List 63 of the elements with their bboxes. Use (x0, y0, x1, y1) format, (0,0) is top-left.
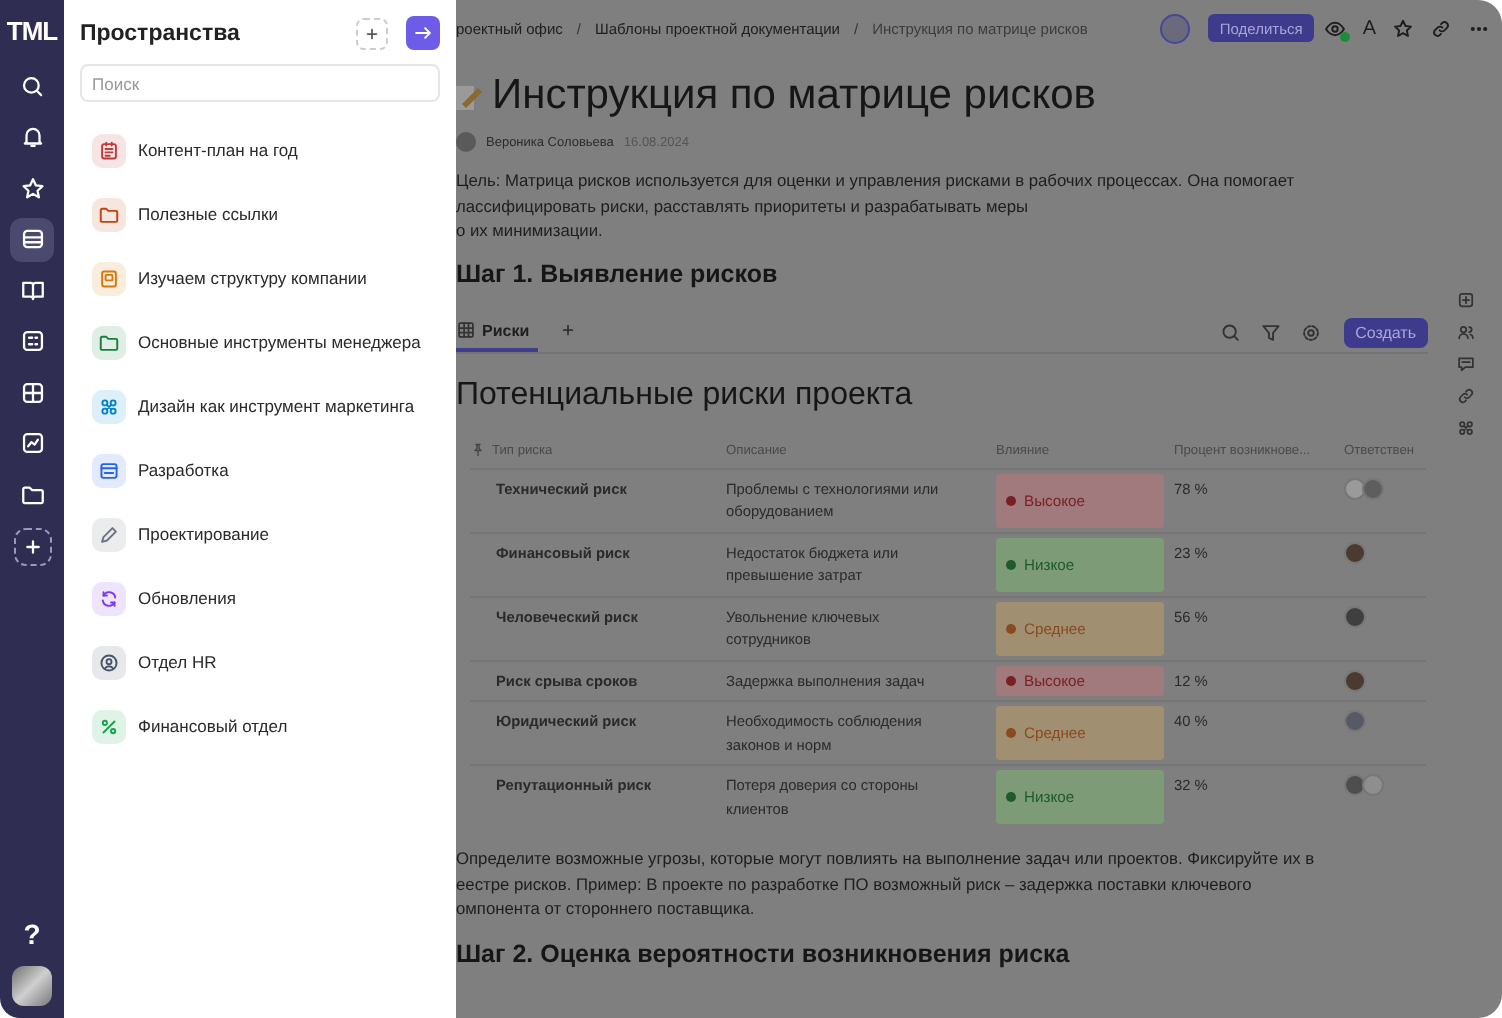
help-button[interactable]: ? (23, 918, 41, 950)
search-field[interactable]: Поиск (80, 64, 440, 102)
people-icon[interactable] (1455, 322, 1475, 342)
search-icon (19, 73, 45, 99)
author-avatar (456, 132, 476, 152)
space-item[interactable]: Изучаем структуру компании (138, 268, 367, 288)
calendar-icon (98, 139, 120, 161)
stack-icon (19, 226, 45, 252)
rail-button[interactable] (10, 217, 54, 261)
space-item[interactable]: Отдел HR (138, 652, 217, 672)
arrow-icon (412, 22, 434, 44)
pencil-icon (98, 523, 120, 545)
link-icon[interactable] (1430, 17, 1452, 39)
folder-icon (98, 203, 120, 225)
space-item[interactable]: Разработка (138, 460, 229, 480)
space-item[interactable]: Основные инструменты менеджера (138, 332, 421, 352)
go-button[interactable] (406, 16, 440, 50)
star-icon[interactable] (1392, 17, 1414, 39)
star-icon (19, 175, 45, 201)
comment-icon[interactable] (1455, 354, 1475, 374)
design-icon (98, 395, 120, 417)
bell-icon (19, 124, 45, 150)
paragraph: Цель: Матрица рисков используется для оценки и управления рисками в рабочих процессах. Она помогает лассифицировать риски, расставлять приоритеты и разрабатывать меры о их минимизации. (456, 168, 1297, 243)
folder-icon (19, 481, 45, 507)
chart-icon (19, 430, 45, 456)
add-button[interactable] (356, 17, 388, 49)
app-icon (19, 328, 45, 354)
book-icon (19, 277, 45, 303)
paragraph: Определите возможные угрозы, которые могут повлиять на выполнение задач или проектов. Фиксируйте их в еестре рисков. Пример: В проекте по разработке ПО возможный риск – задержка поставки ключевого омпонента от стороннего поставщика. (456, 846, 1317, 921)
pin-icon[interactable] (470, 442, 486, 458)
font-button[interactable]: A (1362, 17, 1376, 39)
search-icon[interactable] (1219, 321, 1242, 343)
settings-icon[interactable] (1299, 321, 1322, 343)
space-item[interactable]: Финансовый отдел (138, 716, 288, 736)
create-button[interactable]: Создать (1343, 317, 1428, 347)
plus-icon (362, 23, 382, 43)
section-heading: Шаг 1. Выявление рисков (456, 259, 780, 287)
percent-icon (98, 715, 120, 737)
space-item[interactable]: Контент-план на год (138, 140, 298, 160)
space-item[interactable]: Обновления (138, 588, 236, 608)
space-item[interactable]: Проектирование (138, 524, 270, 544)
logo: TML (6, 16, 58, 46)
add-button[interactable] (13, 527, 51, 565)
section-heading: Шаг 2. Оценка вероятности возникновения риска (456, 939, 1072, 967)
window-icon (98, 459, 120, 481)
table-icon (456, 320, 476, 340)
grid-icon (19, 379, 45, 405)
tab[interactable]: Риски (456, 313, 538, 351)
memo-icon (456, 80, 488, 112)
folder-icon (98, 331, 120, 353)
refresh-icon (98, 587, 120, 609)
panel-title: Пространства (80, 21, 242, 45)
page-title: Инструкция по матрице рисков (492, 72, 1096, 120)
user-icon (98, 651, 120, 673)
filter-icon[interactable] (1259, 321, 1282, 343)
note-icon[interactable] (1455, 290, 1475, 310)
board-icon (98, 267, 120, 289)
plus-icon[interactable] (557, 320, 578, 340)
space-item[interactable]: Полезные ссылки (138, 204, 278, 224)
user-avatar[interactable] (12, 966, 52, 1006)
link-icon[interactable] (1455, 386, 1475, 406)
space-item[interactable]: Дизайн как инструмент маркетинга (138, 396, 415, 416)
table-title: Потенциальные риски проекта (456, 377, 915, 413)
